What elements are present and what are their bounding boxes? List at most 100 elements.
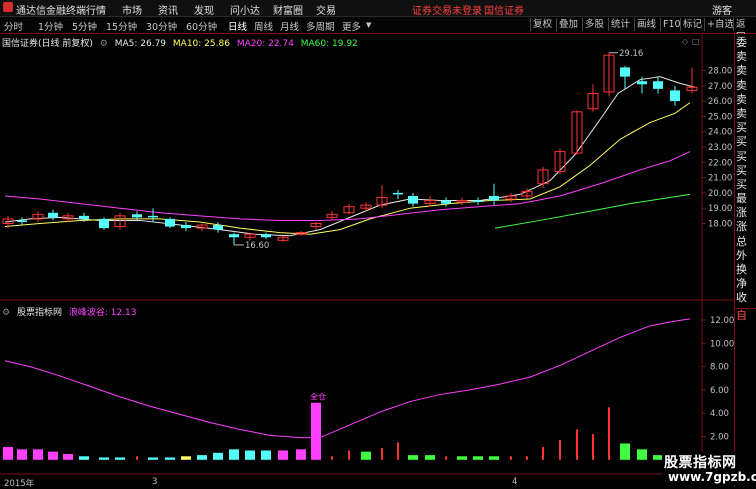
ma20-line [4, 151, 691, 221]
indicator-bar [445, 456, 447, 460]
indicator-bar [620, 443, 630, 460]
watermark: 股票指标网 www.7gpzb.com [662, 452, 756, 485]
watermark-title: 股票指标网 [664, 455, 737, 471]
ma5-label: MA5: 26.79 [114, 39, 167, 49]
indicator-bar [261, 450, 271, 460]
candle-body-down [393, 192, 403, 195]
sub-settings-icon[interactable]: ⚙ [2, 308, 10, 318]
indicator-bar [3, 446, 13, 460]
indicator-bar [559, 439, 561, 460]
indicator-bar [542, 446, 544, 460]
indicator-bar [576, 429, 578, 460]
indicator-bar [229, 449, 239, 460]
indicator-bar [381, 448, 383, 460]
indicator-site-label[interactable]: 股票指标网 [17, 308, 62, 318]
indicator-bar [489, 456, 499, 460]
candle-body-down [670, 90, 680, 102]
indicator-bar [213, 452, 223, 460]
indicator-bar [17, 449, 27, 460]
candle-body-down [99, 218, 109, 229]
indicator-bar [361, 451, 371, 460]
indicator-bar [79, 456, 89, 460]
price-tick-label: 22.00 [708, 158, 732, 168]
stock-label[interactable]: 国信证券(日线 前复权) [2, 39, 93, 49]
indicator-bar [296, 449, 306, 460]
high-price-label: 29.16 [619, 49, 643, 59]
quote-label-weibi: 委比 [736, 36, 747, 49]
moving-average-lines [4, 76, 696, 237]
indicator-bar [331, 456, 333, 460]
indicator-bar [165, 457, 175, 460]
settings-icon[interactable]: ⚙ [100, 39, 108, 49]
back-button[interactable]: 返回 [733, 18, 756, 43]
candle-body-down [165, 218, 175, 227]
indicator-tick-label: 10.00 [710, 339, 734, 349]
indicator-value-label: 浪峰波谷: 12.13 [68, 308, 137, 318]
indicator-bar [348, 450, 350, 460]
indicator-bar [148, 457, 158, 460]
ma10-label: MA10: 25.86 [172, 39, 230, 49]
indicator-bar [608, 407, 610, 460]
quote-label-buy4: 买四 [736, 163, 747, 177]
lock-icon[interactable]: ◇ [682, 37, 688, 46]
candle-body-down [653, 81, 663, 89]
indicator-tick-label: 4.00 [710, 409, 729, 419]
charts-canvas: 29.16 16.60 28.00 27.00 26.00 25.00 24.00 23.0… [0, 34, 734, 475]
candle-body-down [181, 225, 191, 229]
main-chart-info: 国信证券(日线 前复权) ⚙ MA5: 26.79 MA10: 25.86 MA… [2, 36, 362, 49]
indicator-line-path [4, 318, 691, 439]
candle-body-down [213, 225, 223, 230]
quote-label-turnover: 换手 [736, 263, 747, 276]
quote-label-outer: 外盘 [736, 248, 747, 262]
indicator-bar [510, 456, 512, 460]
quote-label-buy1: 买一 [736, 121, 747, 135]
price-tick-label: 28.00 [708, 67, 732, 77]
indicator-bar [48, 451, 58, 460]
quote-label-change: 涨跌 [736, 206, 747, 220]
candle-body-down [229, 234, 239, 238]
quote-panel: 委比 卖五 卖四 卖三 卖二 卖一 买一 买二 买三 买四 买五 最新 涨跌 涨… [734, 34, 756, 487]
price-tick-label: 27.00 [708, 82, 732, 92]
auto-button[interactable]: 自动 [735, 307, 756, 323]
grid-lines [0, 34, 734, 475]
price-tick-label: 25.00 [708, 112, 732, 122]
indicator-tick-label: 8.00 [710, 363, 729, 373]
signal-label: 全仓 [310, 392, 326, 402]
candle-body-down [17, 220, 27, 222]
quote-label-buy2: 买二 [736, 135, 747, 149]
indicator-bar [592, 434, 594, 460]
x-label-2015: 2015年 [4, 479, 35, 489]
candle-body-down [620, 67, 630, 77]
candle-body-down [48, 212, 58, 218]
quote-label-sell5: 卖五 [736, 50, 747, 64]
indicator-bar [245, 450, 255, 460]
ma5-line [4, 76, 696, 237]
expand-icon[interactable]: □ [692, 37, 700, 46]
x-label-month4: 4 [512, 477, 518, 487]
price-tick-label: 26.00 [708, 97, 732, 107]
low-price-label: 16.60 [245, 241, 269, 251]
price-tick-label: 19.00 [708, 204, 732, 214]
candlestick-series [2, 52, 698, 245]
candle-body-down [637, 81, 647, 85]
candle-body-down [489, 195, 499, 201]
ma10-line [4, 102, 691, 235]
quote-label-sell1: 卖一 [736, 106, 747, 120]
indicator-bar [99, 457, 109, 460]
indicator-tick-label: 6.00 [710, 386, 729, 396]
indicator-bar [425, 455, 435, 460]
indicator-tick-label: 12.00 [710, 316, 734, 326]
ma20-label: MA20: 22.74 [236, 39, 294, 49]
ma60-label: MA60: 19.92 [300, 39, 358, 49]
sub-chart-info: ⚙ 股票指标网 浪峰波谷: 12.13 [2, 305, 141, 318]
candle-body-down [261, 234, 271, 238]
quote-label-volume: 总量 [736, 234, 747, 248]
watermark-url: www.7gpzb.com [668, 470, 756, 484]
price-tick-label: 20.00 [708, 189, 732, 199]
indicator-bar [115, 457, 125, 460]
indicator-tick-label: 2.00 [710, 433, 729, 443]
quote-label-sell3: 卖三 [736, 78, 747, 92]
indicator-bars: 全仓 [3, 392, 697, 460]
indicator-bar [473, 456, 483, 460]
quote-label-net-asset: 净资 [736, 277, 747, 291]
